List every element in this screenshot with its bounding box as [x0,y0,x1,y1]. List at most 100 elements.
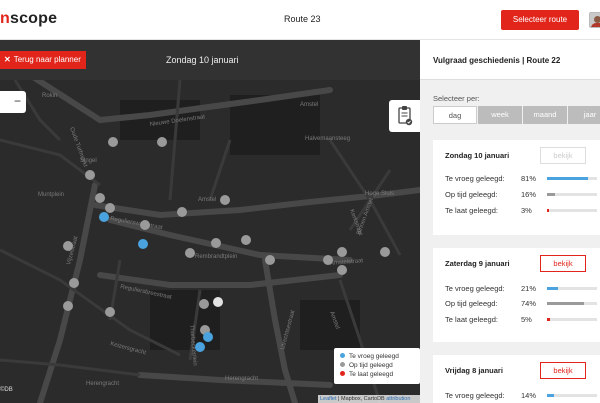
street-label: Utrechtsestraat [280,309,296,350]
map-header: ✕ Terug naar planner Zondag 10 januari [0,40,420,80]
card-date: Zondag 10 januari [445,151,510,160]
tab-day[interactable]: dag [433,106,477,124]
clipboard-check-icon [398,106,413,126]
street-label: Halvemaansteeg [305,136,350,142]
legend-item: Te laat geleegd [340,370,414,379]
bin-marker-early[interactable] [195,342,205,352]
progress-track [547,302,597,305]
progress-track [547,193,597,196]
street-label: Rokin [42,93,57,99]
bin-marker-on-time[interactable] [177,207,187,217]
bin-marker-early[interactable] [99,212,109,222]
map-block [300,300,360,350]
back-to-planner-label: Terug naar planner [13,55,81,64]
road-major [37,182,98,403]
panel-title: Vulgraad geschiedenis | Route 22 [433,56,561,65]
bin-marker-on-time[interactable] [108,137,118,147]
app-logo[interactable]: nscope [0,10,57,28]
bin-marker-on-time[interactable] [105,203,115,213]
tab-month[interactable]: maand [523,106,567,124]
legend-dot-early [340,353,345,358]
bin-marker-on-time[interactable] [63,301,73,311]
route-map[interactable]: Rokin Nieuwe Doelenstraat Amstel Amstel … [0,80,420,403]
progress-fill [547,318,550,321]
avatar-face [594,16,600,23]
tab-year[interactable]: jaar [568,106,600,124]
leaflet-link[interactable]: Leaflet [320,396,337,402]
progress-track [547,209,597,212]
bin-marker-on-time[interactable] [105,307,115,317]
tab-week[interactable]: week [478,106,522,124]
bin-marker-on-time[interactable] [140,220,150,230]
bin-marker-on-time[interactable] [69,278,79,288]
day-card: Zaterdag 9 januari bekijk Te vroeg gelee… [433,248,600,342]
bin-marker-on-time[interactable] [241,235,251,245]
progress-fill [547,302,584,305]
progress-track [547,318,597,321]
metric-early: Te vroeg geleegd: 14% [445,391,600,401]
close-icon: ✕ [4,55,11,64]
bin-marker-on-time[interactable] [157,137,167,147]
metric-late: Te laat geleegd: 5% [445,315,600,325]
clipboard-button[interactable] [389,100,420,132]
view-day-button[interactable]: bekijk [540,147,586,164]
bin-marker-on-time[interactable] [85,170,95,180]
road-major [97,272,343,288]
progress-track [547,177,597,180]
progress-fill [547,394,554,397]
bin-marker-on-time[interactable] [63,241,73,251]
bin-marker-on-time[interactable] [323,255,333,265]
road-minor [208,139,232,201]
back-to-planner-button[interactable]: ✕ Terug naar planner [0,51,86,69]
view-day-button[interactable]: bekijk [540,255,586,272]
attribution-link[interactable]: attribution [386,396,410,402]
panel-header: Vulgraad geschiedenis | Route 22 [420,40,600,80]
bin-marker-early[interactable] [138,239,148,249]
day-card: Vrijdag 8 januari bekijk Te vroeg geleeg… [433,355,600,403]
bin-marker-on-time[interactable] [220,195,230,205]
progress-fill [547,177,588,180]
carto-mark: ©DB [0,387,13,393]
map-date: Zondag 10 januari [166,55,239,65]
bin-marker-on-time[interactable] [337,247,347,257]
bin-marker-on-time[interactable] [211,238,221,248]
bin-marker-on-time[interactable] [213,297,223,307]
legend-dot-on-time [340,362,345,367]
legend-item: Te vroeg geleegd [340,352,414,361]
progress-track [547,287,597,290]
street-label: Herengracht [86,381,119,387]
view-day-button[interactable]: bekijk [540,362,586,379]
avatar-shirt [591,23,600,27]
metric-early: Te vroeg geleegd: 21% [445,284,600,294]
progress-fill [547,287,558,290]
top-bar: nscope Route 23 Selecteer route [0,0,600,40]
road-minor [0,358,141,377]
bin-marker-on-time[interactable] [337,265,347,275]
metric-late: Te laat geleegd: 3% [445,206,600,216]
progress-fill [547,209,549,212]
zoom-out-button[interactable]: − [0,91,26,113]
day-card: Zondag 10 januari bekijk Te vroeg geleeg… [433,140,600,235]
legend-item: Op tijd geleegd [340,361,414,370]
period-tabs: dag week maand jaar [433,106,600,124]
bin-marker-on-time[interactable] [380,247,390,257]
bin-marker-on-time[interactable] [185,248,195,258]
select-route-button[interactable]: Selecteer route [501,10,579,30]
street-label: Amstel [300,102,318,108]
bin-marker-on-time[interactable] [199,299,209,309]
card-date: Zaterdag 9 januari [445,259,510,268]
progress-track [547,394,597,397]
bin-marker-on-time[interactable] [95,193,105,203]
user-avatar[interactable] [589,12,600,28]
street-label: Hoge Sluis [365,191,394,197]
bin-marker-early[interactable] [203,332,213,342]
bin-marker-on-time[interactable] [265,255,275,265]
route-title: Route 23 [284,14,321,24]
street-label: Herengracht [225,376,258,382]
map-legend: Te vroeg geleegd Op tijd geleegd Te laat… [334,348,420,384]
legend-dot-late [340,371,345,376]
progress-fill [547,193,555,196]
map-attribution: Leaflet | Mapbox, CartoDB attribution [318,395,420,403]
street-label: Muntplein [38,192,64,198]
metric-on-time: Op tijd geleegd: 16% [445,190,600,200]
